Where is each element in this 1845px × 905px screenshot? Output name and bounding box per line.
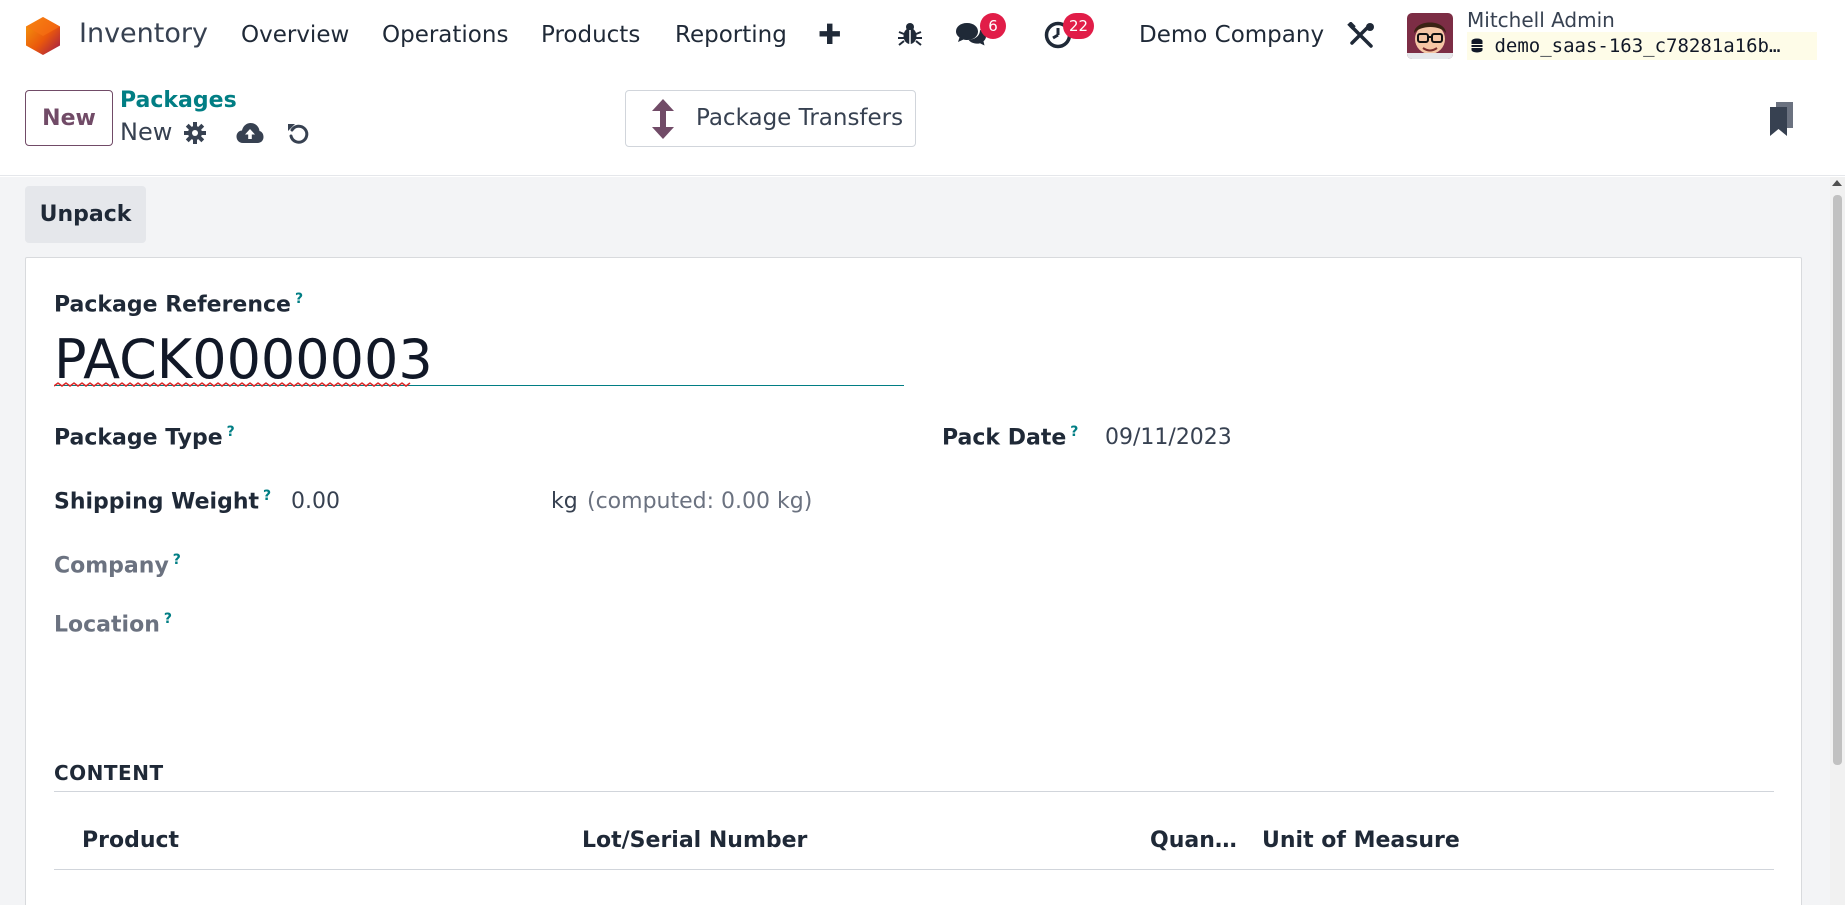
column-header-product[interactable]: Product (82, 828, 179, 853)
breadcrumb-current: New (120, 118, 173, 146)
messages-badge: 6 (980, 13, 1006, 39)
menu-reporting[interactable]: Reporting (675, 22, 787, 48)
package-type-field[interactable] (291, 418, 891, 454)
top-navbar: Inventory Overview Operations Products R… (0, 0, 1845, 72)
help-tooltip-icon[interactable]: ? (1070, 424, 1078, 440)
company-label: Company? (54, 552, 181, 579)
package-type-label: Package Type? (54, 424, 235, 451)
menu-overview[interactable]: Overview (241, 22, 349, 48)
undo-icon[interactable] (287, 121, 309, 145)
cloud-upload-icon[interactable] (236, 122, 264, 144)
unpack-button[interactable]: Unpack (25, 186, 146, 243)
help-tooltip-icon[interactable]: ? (164, 611, 172, 627)
column-header-quantity[interactable]: Quan… (1150, 828, 1237, 853)
weight-unit: kg (551, 489, 578, 514)
database-name: demo_saas-163_c78281a16b… (1494, 35, 1781, 57)
database-icon (1471, 38, 1483, 53)
bug-icon[interactable] (898, 21, 922, 47)
help-tooltip-icon[interactable]: ? (173, 552, 181, 568)
user-name[interactable]: Mitchell Admin (1467, 8, 1615, 32)
plus-icon[interactable]: ✚ (818, 18, 841, 51)
gear-icon[interactable] (184, 122, 206, 144)
form-view: Unpack Package Reference? PACK0000003 Pa… (0, 177, 1845, 905)
package-transfers-label: Package Transfers (696, 105, 904, 131)
tools-icon[interactable] (1347, 22, 1375, 48)
package-reference-label: Package Reference? (54, 291, 304, 318)
help-tooltip-icon[interactable]: ? (227, 424, 235, 440)
new-button[interactable]: New (25, 90, 113, 146)
bookmark-icon[interactable] (1770, 102, 1794, 136)
table-header-divider (54, 869, 1774, 870)
app-logo-icon[interactable] (24, 16, 62, 56)
database-chip: demo_saas-163_c78281a16b… (1467, 32, 1817, 60)
spellcheck-underline (54, 382, 411, 387)
menu-products[interactable]: Products (541, 22, 640, 48)
help-tooltip-icon[interactable]: ? (295, 291, 303, 307)
package-reference-field[interactable]: PACK0000003 (54, 328, 904, 391)
scrollbar-thumb[interactable] (1833, 195, 1842, 765)
package-transfers-button[interactable]: Package Transfers (625, 90, 916, 147)
form-sheet: Package Reference? PACK0000003 Package T… (25, 257, 1802, 905)
content-section-title: CONTENT (54, 761, 164, 785)
location-label: Location? (54, 611, 172, 638)
pack-date-field[interactable]: 09/11/2023 (1105, 425, 1232, 450)
column-header-uom[interactable]: Unit of Measure (1262, 828, 1460, 853)
activities-badge: 22 (1063, 13, 1095, 39)
pack-date-label: Pack Date? (942, 424, 1079, 451)
breadcrumb-packages[interactable]: Packages (120, 88, 237, 113)
arrows-updown-icon (652, 99, 674, 139)
scrollbar[interactable] (1830, 177, 1845, 905)
avatar[interactable] (1407, 13, 1453, 59)
shipping-weight-field[interactable]: 0.00 (291, 489, 340, 514)
shipping-weight-label: Shipping Weight? (54, 488, 272, 515)
computed-weight: (computed: 0.00 kg) (587, 489, 813, 514)
section-divider (54, 791, 1774, 792)
menu-operations[interactable]: Operations (382, 22, 508, 48)
help-tooltip-icon[interactable]: ? (263, 488, 271, 504)
company-switcher[interactable]: Demo Company (1139, 22, 1324, 48)
scroll-up-arrow-icon[interactable] (1832, 180, 1842, 186)
control-panel: New Packages New Package Transfers (0, 72, 1845, 176)
column-header-lot-serial[interactable]: Lot/Serial Number (582, 828, 807, 853)
app-name[interactable]: Inventory (79, 18, 208, 49)
